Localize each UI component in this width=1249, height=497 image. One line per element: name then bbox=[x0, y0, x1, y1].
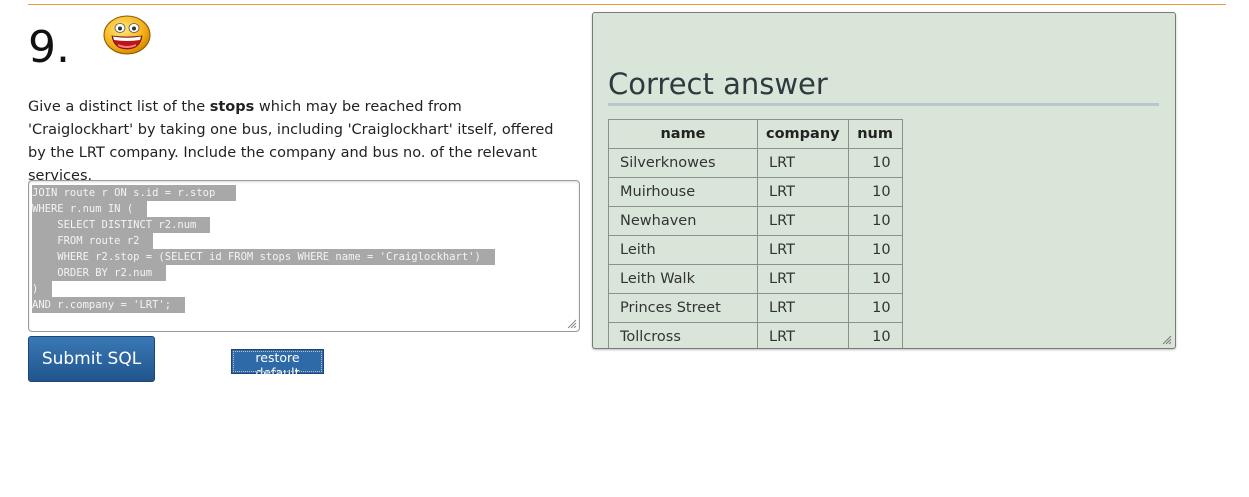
cell-name: Newhaven bbox=[608, 206, 758, 236]
question-text-part: Give a distinct list of the bbox=[28, 99, 210, 115]
sql-line: ) bbox=[32, 281, 53, 297]
answer-title: Correct answer bbox=[608, 65, 1159, 106]
cell-num: 10 bbox=[847, 148, 903, 178]
cell-company: LRT bbox=[757, 206, 849, 236]
question-keyword: stops bbox=[209, 99, 255, 115]
resize-grip-icon[interactable] bbox=[1160, 333, 1172, 345]
cell-company: LRT bbox=[757, 293, 849, 323]
table-row: Newhaven LRT 10 bbox=[608, 206, 903, 236]
resize-grip-icon[interactable] bbox=[565, 317, 577, 329]
cell-name: Muirhouse bbox=[608, 177, 758, 207]
top-divider bbox=[28, 4, 1226, 5]
question-text: Give a distinct list of the stops which … bbox=[28, 96, 568, 188]
cell-num: 10 bbox=[847, 177, 903, 207]
question-number: 9. bbox=[28, 22, 70, 73]
table-row: Leith LRT 10 bbox=[608, 235, 903, 265]
sql-code[interactable]: JOIN route r ON s.id = r.stop WHERE r.nu… bbox=[32, 185, 495, 313]
cell-name: Leith Walk bbox=[608, 264, 758, 294]
cell-num: 10 bbox=[847, 235, 903, 265]
cell-num: 10 bbox=[847, 293, 903, 323]
cell-company: LRT bbox=[757, 264, 849, 294]
sql-line: JOIN route r ON s.id = r.stop bbox=[32, 185, 236, 201]
sql-line: WHERE r2.stop = (SELECT id FROM stops WH… bbox=[32, 249, 495, 265]
column-header-company: company bbox=[757, 119, 849, 149]
column-header-name: name bbox=[608, 119, 758, 149]
sql-line: FROM route r2 bbox=[32, 233, 154, 249]
table-row: Leith Walk LRT 10 bbox=[608, 264, 903, 294]
cell-name: Tollcross bbox=[608, 322, 758, 348]
cell-company: LRT bbox=[757, 235, 849, 265]
cell-name: Princes Street bbox=[608, 293, 758, 323]
correct-answer-panel: Correct answer name company num Silverkn… bbox=[592, 12, 1176, 349]
column-header-num: num bbox=[847, 119, 903, 149]
cell-company: LRT bbox=[757, 177, 849, 207]
cell-name: Silverknowes bbox=[608, 148, 758, 178]
grinning-smiley-icon bbox=[103, 15, 151, 55]
table-header-row: name company num bbox=[608, 119, 903, 149]
cell-num: 10 bbox=[847, 322, 903, 348]
submit-sql-button[interactable]: Submit SQL bbox=[28, 336, 155, 382]
cell-num: 10 bbox=[847, 264, 903, 294]
cell-num: 10 bbox=[847, 206, 903, 236]
cell-company: LRT bbox=[757, 322, 849, 348]
answer-table: name company num Silverknowes LRT 10 Mui… bbox=[608, 119, 903, 348]
cell-company: LRT bbox=[757, 148, 849, 178]
table-row: Muirhouse LRT 10 bbox=[608, 177, 903, 207]
sql-editor[interactable]: JOIN route r ON s.id = r.stop WHERE r.nu… bbox=[28, 180, 580, 332]
restore-default-button[interactable]: restore default bbox=[231, 349, 324, 380]
table-row: Silverknowes LRT 10 bbox=[608, 148, 903, 178]
sql-line: WHERE r.num IN ( bbox=[32, 201, 148, 217]
cell-name: Leith bbox=[608, 235, 758, 265]
sql-line: AND r.company = 'LRT'; bbox=[32, 297, 186, 313]
table-row: Tollcross LRT 10 bbox=[608, 322, 903, 348]
table-row: Princes Street LRT 10 bbox=[608, 293, 903, 323]
sql-line: ORDER BY r2.num bbox=[32, 265, 167, 281]
sql-line: SELECT DISTINCT r2.num bbox=[32, 217, 211, 233]
